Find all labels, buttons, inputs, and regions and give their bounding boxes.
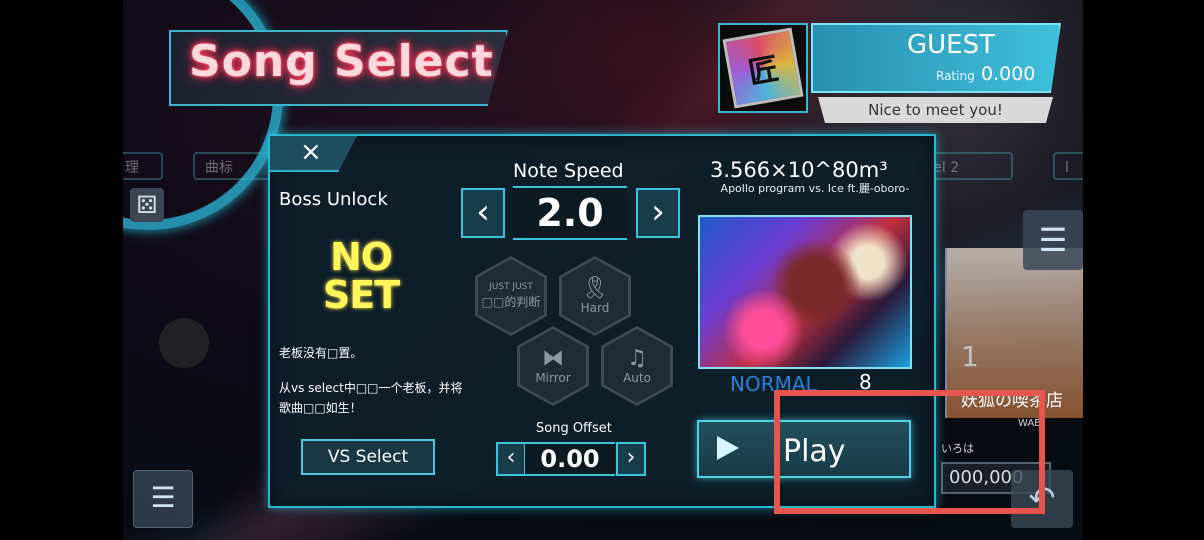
boss-unlock-title: Boss Unlock — [279, 189, 388, 210]
song-offset-label: Song Offset — [536, 421, 612, 436]
avatar-icon: 匠 — [722, 27, 804, 109]
player-name: GUEST — [907, 30, 995, 60]
judgement-label: □□的判断 — [481, 295, 541, 309]
background-tab: l — [1053, 152, 1083, 180]
rating-value: 0.000 — [981, 63, 1036, 85]
note-speed-value: 2.0 — [513, 186, 627, 240]
song-artist: Apollo program vs. Ice ft.麗-oboro- — [720, 182, 910, 195]
note-speed-label: Note Speed — [513, 160, 624, 182]
song-offset-increase-button[interactable]: › — [616, 442, 646, 476]
note-speed-increase-button[interactable]: › — [636, 188, 680, 238]
music-note-icon: ♫ — [627, 346, 647, 371]
song-offset-value: 0.00 — [525, 442, 615, 476]
avatar-glyph: 匠 — [745, 51, 782, 92]
greeting-text: Nice to meet you! — [818, 97, 1053, 123]
side-card-rank: 1 — [961, 340, 979, 373]
boss-description: 老板没有□置。 — [279, 346, 363, 360]
vs-select-button[interactable]: VS Select — [301, 439, 435, 475]
boss-instructions: 从vs select中□□一个老板，并将歌曲□□如生！ — [279, 381, 463, 415]
mirror-icon: ⧓ — [542, 346, 564, 371]
disc-icon — [159, 318, 209, 368]
judgement-small-label: JUST JUST — [489, 282, 533, 292]
ribbon-icon: 🎗 — [581, 276, 609, 301]
avatar[interactable]: 匠 — [718, 23, 808, 113]
song-jacket-image — [698, 215, 912, 369]
mirror-toggle-face: ⧓ Mirror — [520, 329, 586, 403]
boss-image-placeholder: NO SET — [322, 235, 400, 317]
rating-label: Rating — [936, 69, 975, 83]
list-menu-icon[interactable]: ☰ — [1023, 210, 1083, 270]
hard-toggle-face: 🎗 Hard — [562, 259, 628, 333]
song-title: 3.566×10^80m³ — [710, 158, 888, 182]
judgement-toggle-face: JUST JUST □□的判断 — [478, 259, 544, 333]
note-speed-decrease-button[interactable]: ‹ — [461, 188, 505, 238]
play-icon — [717, 436, 739, 460]
random-dice-icon[interactable]: ⚄ — [130, 188, 164, 222]
background-tab: 理 — [123, 152, 163, 180]
menu-icon[interactable]: ☰ — [133, 470, 193, 528]
auto-toggle-face: ♫ Auto — [604, 329, 670, 403]
auto-label: Auto — [623, 371, 651, 385]
song-offset-decrease-button[interactable]: ‹ — [496, 442, 526, 476]
highlight-box — [774, 390, 1045, 514]
game-screen: 理 曲标 vel 2 l ⚄ 1 妖狐の喫茶店 WABI いろは 000,000… — [123, 0, 1083, 540]
mirror-label: Mirror — [535, 371, 571, 385]
hard-label: Hard — [580, 301, 610, 315]
page-title: Song Select — [189, 36, 494, 87]
